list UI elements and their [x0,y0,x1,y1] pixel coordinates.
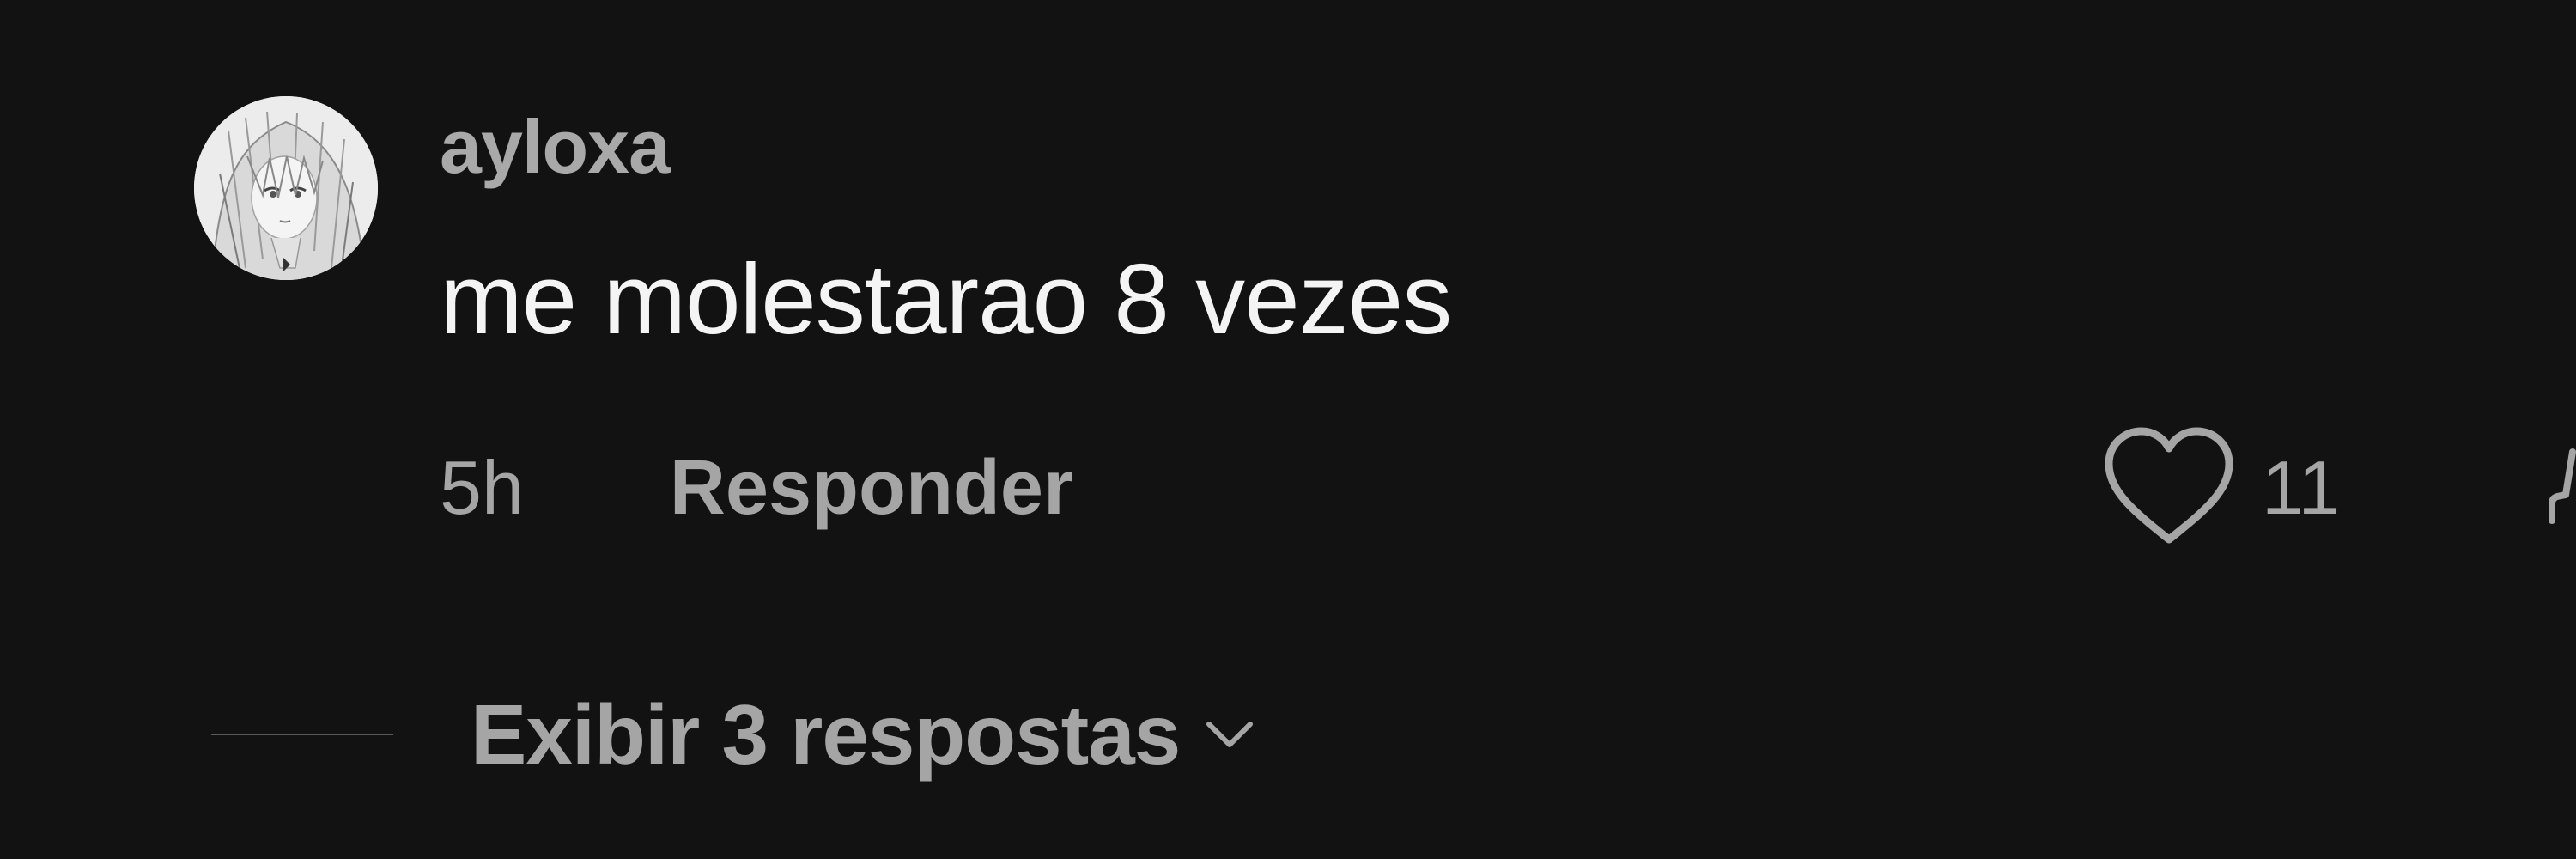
username[interactable]: ayloxa [440,100,671,194]
view-replies-button[interactable]: Exibir 3 respostas [471,686,1257,783]
avatar[interactable] [194,96,378,280]
comment-meta: 5h Responder [440,445,1073,531]
like-button[interactable] [2100,423,2238,551]
chevron-down-icon [1206,722,1254,747]
timestamp: 5h [440,445,524,530]
reply-button[interactable]: Responder [670,444,1073,533]
replies-divider [211,734,393,735]
replies-row: Exibir 3 respostas [211,687,1257,782]
dislike-icon-glyph [2549,448,2576,524]
heart-outline-icon [2105,427,2233,544]
comment: ayloxa me molestarao 8 vezes 5h Responde… [0,0,2576,859]
view-replies-label: Exibir 3 respostas [471,686,1181,782]
dislike-icon[interactable] [2547,435,2576,538]
avatar-image [194,96,378,280]
comment-text: me molestarao 8 vezes [440,243,1452,355]
like-count: 11 [2262,445,2341,530]
